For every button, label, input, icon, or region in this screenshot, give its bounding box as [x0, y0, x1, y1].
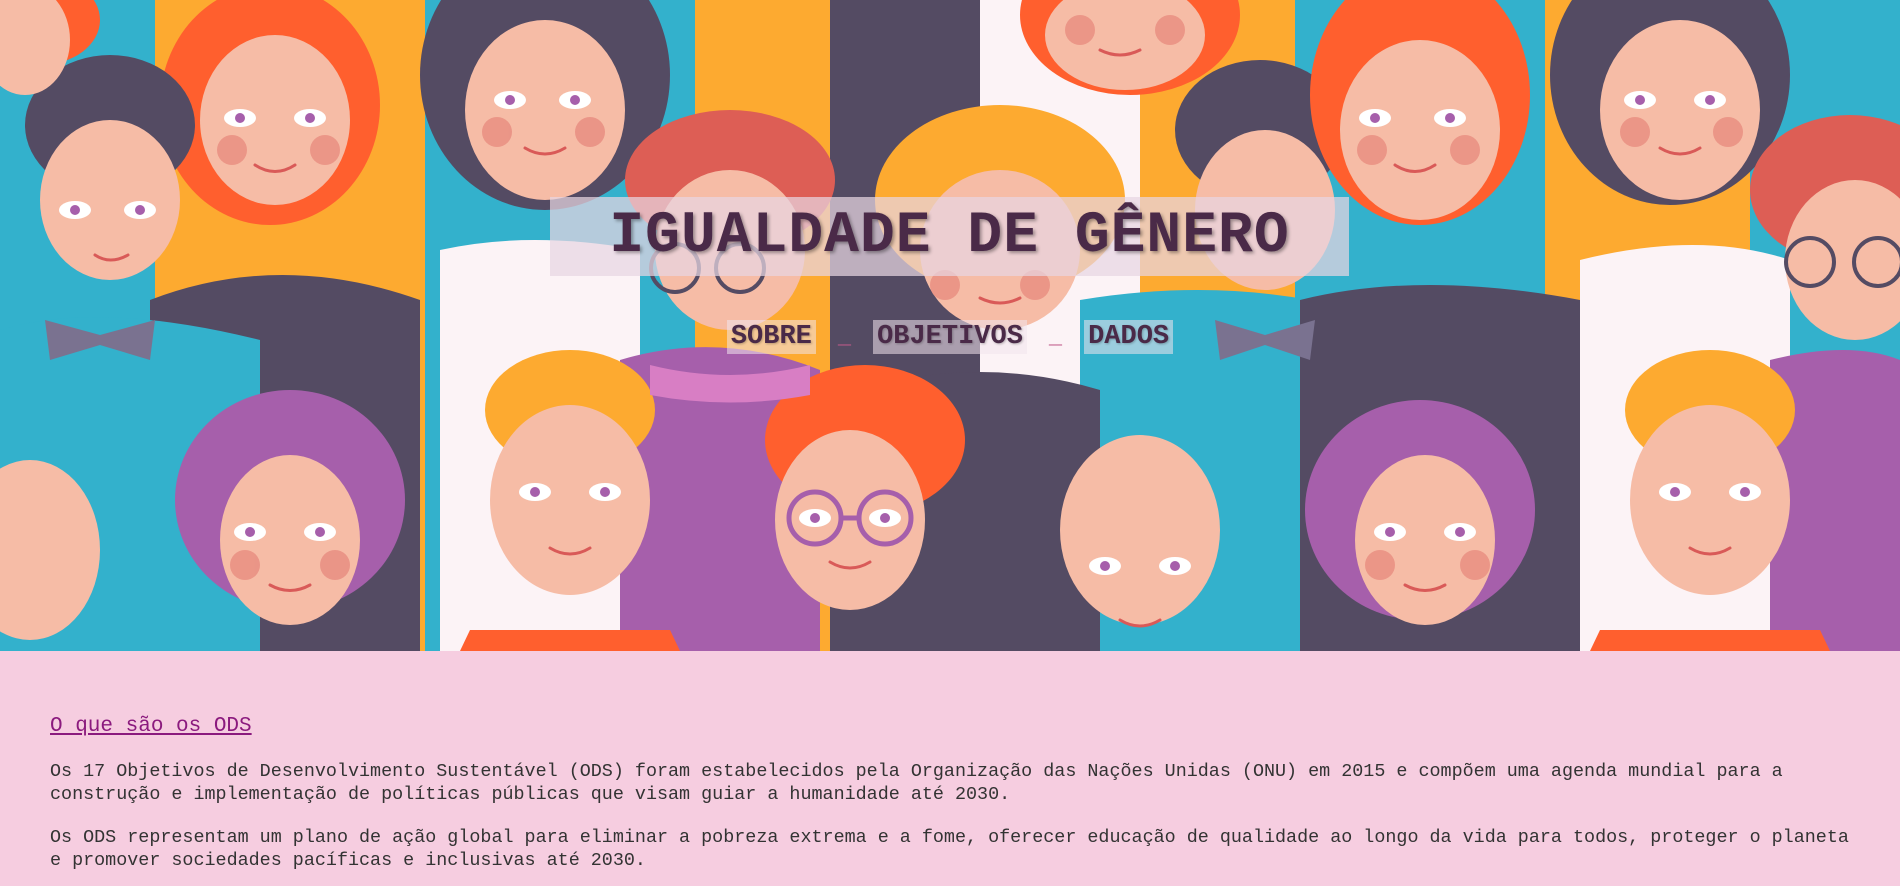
paragraph: Os ODS representam um plano de ação glob…	[50, 827, 1849, 871]
nav-separator: _	[1048, 324, 1063, 350]
nav-link-dados[interactable]: DADOS	[1084, 320, 1174, 354]
page-title: IGUALDADE DE GÊNERO	[550, 197, 1349, 276]
section-heading-ods: O que são os ODS	[50, 715, 252, 738]
main-content: O que são os ODS Os 17 Objetivos de Dese…	[0, 651, 1900, 872]
nav-link-sobre[interactable]: SOBRE	[726, 320, 816, 354]
nav-separator: _	[837, 324, 852, 350]
paragraph: Os 17 Objetivos de Desenvolvimento Suste…	[50, 761, 1783, 805]
main-nav: SOBRE _ OBJETIVOS _ DADOS	[0, 320, 1900, 354]
nav-link-objetivos[interactable]: OBJETIVOS	[873, 320, 1027, 354]
hero-banner: IGUALDADE DE GÊNERO SOBRE _ OBJETIVOS _ …	[0, 0, 1900, 651]
